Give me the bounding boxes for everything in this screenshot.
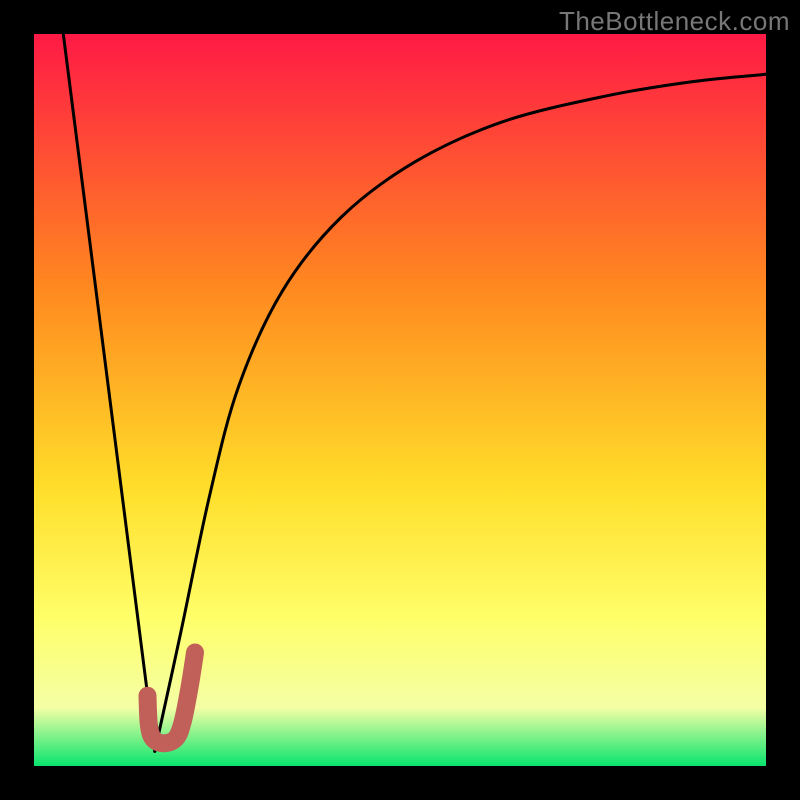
watermark-text: TheBottleneck.com [559, 6, 790, 37]
chart-frame: TheBottleneck.com [0, 0, 800, 800]
chart-svg [0, 0, 800, 800]
